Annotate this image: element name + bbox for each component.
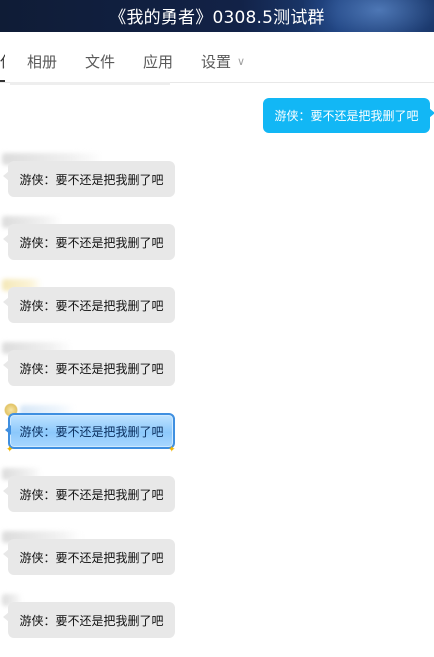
chat-message: 游侠：要不还是把我删了吧 ✦ ✦	[0, 403, 200, 468]
chat-message: 游侠：要不还是把我删了吧	[0, 594, 200, 657]
chat-message: 游侠：要不还是把我删了吧	[0, 531, 200, 594]
message-bubble-special[interactable]: 游侠：要不还是把我删了吧	[5, 413, 175, 449]
message-bubble[interactable]: 游侠：要不还是把我删了吧	[3, 287, 175, 323]
message-bubble[interactable]: 游侠：要不还是把我删了吧	[3, 224, 175, 260]
window-title: 《我的勇者》0308.5测试群	[109, 8, 325, 28]
previous-message-edge	[10, 82, 170, 85]
chat-message: 游侠：要不还是把我删了吧	[0, 342, 200, 405]
chevron-down-icon[interactable]: ∨	[237, 55, 245, 68]
tab-files[interactable]: 文件	[85, 51, 115, 72]
message-bubble[interactable]: 游侠：要不还是把我删了吧	[3, 539, 175, 575]
window-titlebar[interactable]: 《我的勇者》0308.5测试群	[0, 0, 434, 32]
message-bubble[interactable]: 游侠：要不还是把我删了吧	[3, 476, 175, 512]
tab-settings-label: 设置	[201, 53, 232, 71]
message-bubble[interactable]: 游侠：要不还是把我删了吧	[3, 602, 175, 638]
group-tabs: 仨 相册 文件 应用 设置 ∨	[0, 32, 434, 83]
chat-message: 游侠：要不还是把我删了吧	[0, 468, 200, 531]
message-bubble[interactable]: 游侠：要不还是把我删了吧	[3, 350, 175, 386]
tab-album[interactable]: 相册	[27, 51, 57, 72]
tab-settings[interactable]: 设置 ∨	[201, 51, 245, 72]
chat-message: 游侠：要不还是把我删了吧	[0, 153, 200, 216]
tab-active-indicator	[0, 80, 5, 82]
message-bubble[interactable]: 游侠：要不还是把我删了吧	[3, 161, 175, 197]
sparkle-icon: ✦	[6, 445, 14, 455]
sparkle-icon: ✦	[168, 445, 176, 455]
chat-message: 游侠：要不还是把我删了吧	[0, 279, 200, 342]
tab-partial[interactable]: 仨	[0, 51, 5, 71]
tab-apps[interactable]: 应用	[143, 51, 173, 72]
chat-message: 游侠：要不还是把我删了吧	[0, 216, 200, 279]
self-message-bubble[interactable]: 游侠：要不还是把我删了吧	[263, 98, 434, 133]
